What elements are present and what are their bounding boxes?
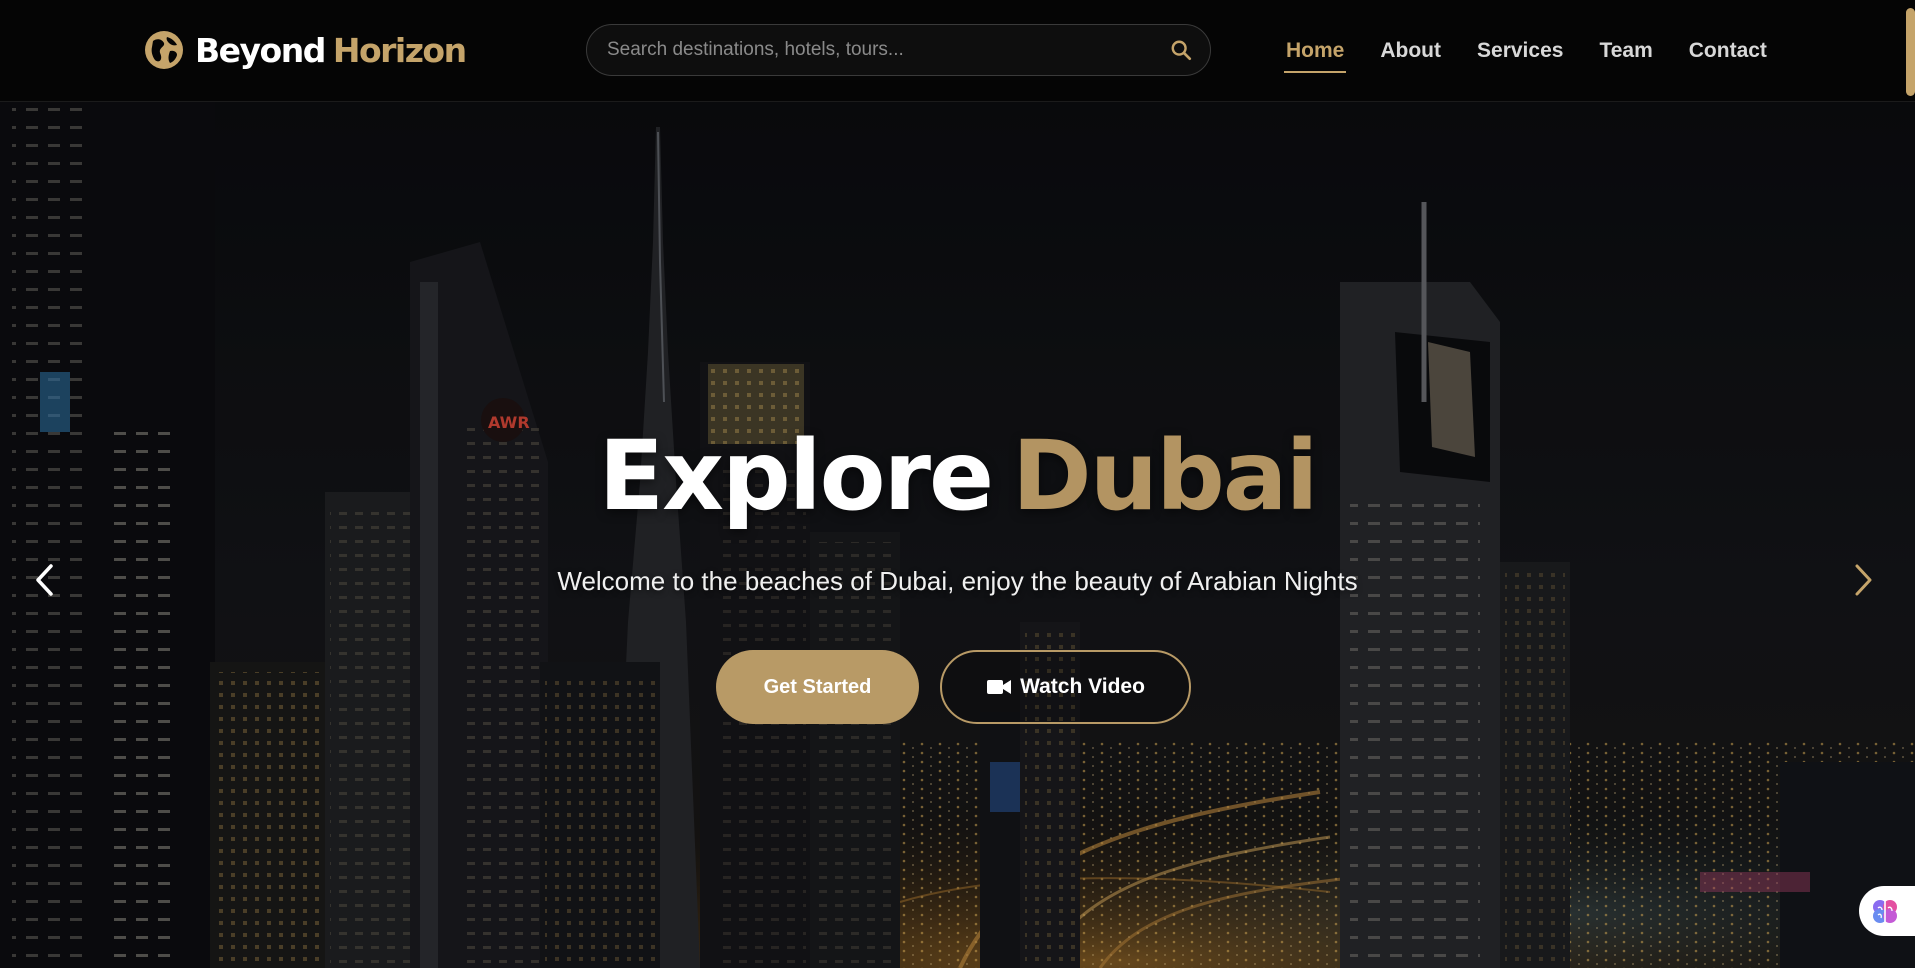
watch-video-button[interactable]: Watch Video — [940, 650, 1191, 724]
search-icon[interactable] — [1170, 39, 1192, 61]
hero-title-part1: Explore — [598, 420, 995, 532]
brand-logo[interactable]: Beyond Horizon — [143, 27, 467, 73]
main-nav: Home About Services Team Contact — [1283, 0, 1803, 102]
carousel-prev-button[interactable] — [26, 557, 62, 603]
site-header: BeyondHorizon Home About Services Team C… — [0, 0, 1915, 102]
nav-item-about[interactable]: About — [1380, 31, 1441, 71]
hero-subtitle: Welcome to the beaches of Dubai, enjoy t… — [557, 566, 1358, 596]
hero-title: Explore Dubai — [0, 420, 1915, 532]
search-bar — [586, 24, 1211, 76]
hero-overlay — [0, 102, 1915, 968]
chevron-left-icon — [36, 564, 53, 596]
hero-title-part2: Dubai — [1012, 420, 1318, 532]
watch-video-label: Watch Video — [1020, 675, 1145, 698]
brand-name-part1: Beyond — [195, 30, 326, 70]
page-scrollbar[interactable] — [1906, 8, 1915, 96]
video-camera-icon — [987, 680, 1012, 694]
nav-item-team[interactable]: Team — [1599, 31, 1652, 71]
chevron-right-icon — [1855, 564, 1872, 596]
hero-section: AWR Explore Dubai Welcome to the beaches … — [0, 102, 1915, 968]
brand-name-part2: Horizon — [332, 30, 467, 70]
brain-icon — [1873, 900, 1897, 923]
search-input[interactable] — [607, 39, 1170, 61]
nav-item-contact[interactable]: Contact — [1689, 31, 1767, 71]
brand-name: Beyond Horizon — [195, 30, 467, 70]
nav-item-services[interactable]: Services — [1477, 31, 1563, 71]
nav-item-home[interactable]: Home — [1283, 31, 1347, 73]
carousel-next-button[interactable] — [1846, 557, 1882, 603]
assistant-button[interactable] — [1859, 886, 1915, 936]
globe-icon — [145, 31, 183, 69]
get-started-button[interactable]: Get Started — [716, 650, 919, 724]
